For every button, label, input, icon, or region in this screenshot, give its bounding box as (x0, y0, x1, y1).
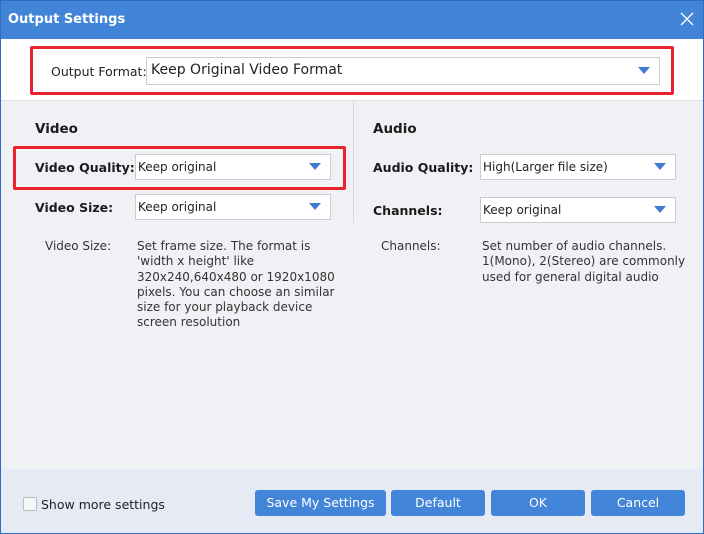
video-size-dropdown[interactable]: Keep original (135, 194, 331, 220)
dialog-title: Output Settings (8, 12, 126, 27)
chevron-down-icon (309, 203, 321, 210)
chevron-down-icon (654, 163, 666, 170)
ok-button[interactable]: OK (491, 490, 585, 516)
title-bar: Output Settings (1, 1, 703, 39)
channels-label: Channels: (373, 203, 443, 218)
cancel-button[interactable]: Cancel (591, 490, 685, 516)
output-format-value: Keep Original Video Format (151, 62, 343, 78)
video-help-term: Video Size: (45, 239, 112, 253)
video-quality-dropdown[interactable]: Keep original (135, 154, 331, 180)
chevron-down-icon (638, 67, 650, 74)
audio-heading: Audio (373, 121, 417, 137)
channels-dropdown[interactable]: Keep original (480, 197, 676, 223)
video-size-value: Keep original (138, 200, 217, 214)
show-more-settings-checkbox[interactable] (23, 497, 37, 511)
audio-help-text: Set number of audio channels. 1(Mono), 2… (482, 239, 686, 284)
channels-value: Keep original (483, 203, 562, 217)
video-size-label: Video Size: (35, 200, 114, 215)
audio-help-term: Channels: (381, 239, 441, 253)
audio-quality-dropdown[interactable]: High(Larger file size) (480, 154, 676, 180)
video-help-text: Set frame size. The format is 'width x h… (137, 239, 335, 330)
default-button[interactable]: Default (391, 490, 485, 516)
save-my-settings-button[interactable]: Save My Settings (255, 490, 386, 516)
output-settings-dialog: Output Settings Output Format: Keep Orig… (0, 0, 704, 534)
output-format-label: Output Format: (51, 64, 147, 79)
close-x-icon (680, 12, 694, 26)
column-divider (353, 102, 354, 223)
video-quality-value: Keep original (138, 160, 217, 174)
audio-quality-label: Audio Quality: (373, 160, 474, 175)
audio-quality-value: High(Larger file size) (483, 160, 608, 174)
chevron-down-icon (654, 206, 666, 213)
chevron-down-icon (309, 163, 321, 170)
video-quality-label: Video Quality: (35, 160, 135, 175)
show-more-settings-label[interactable]: Show more settings (41, 497, 165, 512)
close-button[interactable] (679, 11, 695, 27)
output-format-dropdown[interactable]: Keep Original Video Format (146, 57, 660, 85)
video-heading: Video (35, 121, 78, 137)
